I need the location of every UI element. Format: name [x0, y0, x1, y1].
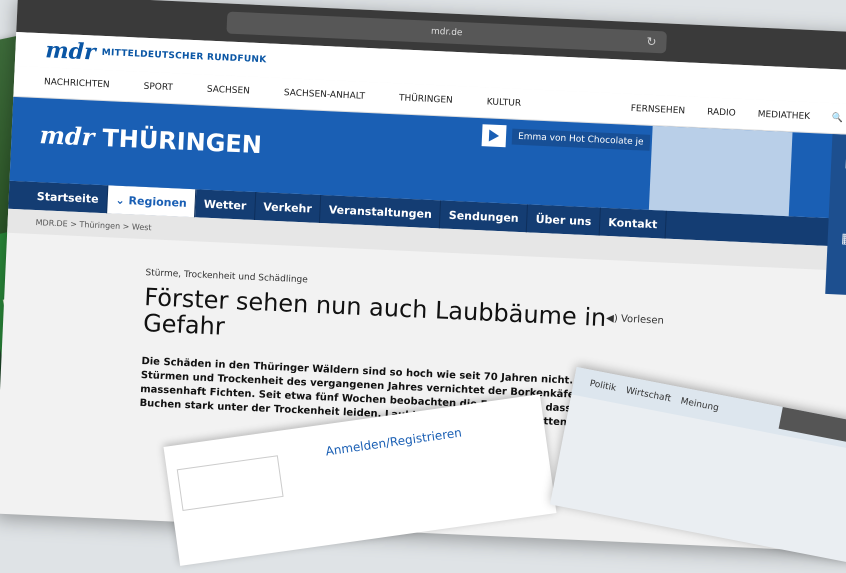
- vorlesen-label: Vorlesen: [620, 313, 665, 327]
- nav-thueringen[interactable]: THÜRINGEN: [399, 93, 453, 105]
- mdr-logo-white: mdr: [38, 120, 96, 152]
- subnav-veranstaltungen[interactable]: Veranstaltungen: [320, 194, 442, 229]
- chevron-down-icon: ⌄: [115, 193, 129, 207]
- tablet-tab-politik[interactable]: Politik: [589, 379, 617, 394]
- login-link[interactable]: Anmelden/Registrieren: [325, 425, 463, 458]
- region-title: THÜRINGEN: [101, 123, 263, 159]
- main-nav-right: FERNSEHEN RADIO MEDIATHEK 🔍: [630, 104, 846, 125]
- subnav-regionen-label: Regionen: [128, 193, 188, 210]
- nav-fernsehen[interactable]: FERNSEHEN: [630, 104, 685, 116]
- grid-icon[interactable]: ▦: [841, 231, 846, 248]
- mdr-logo[interactable]: mdr: [45, 37, 96, 65]
- subnav-sendungen[interactable]: Sendungen: [440, 200, 529, 233]
- subnav-ueber-uns[interactable]: Über uns: [527, 204, 601, 236]
- tablet-tab-wirtschaft[interactable]: Wirtschaft: [625, 386, 672, 405]
- subnav-wetter[interactable]: Wetter: [195, 189, 256, 220]
- nav-sport[interactable]: SPORT: [143, 82, 173, 93]
- banner-panel: [648, 125, 793, 217]
- subnav-regionen[interactable]: ⌄ Regionen: [106, 185, 197, 218]
- nav-kultur[interactable]: KULTUR: [486, 97, 521, 109]
- search-icon[interactable]: 🔍: [832, 113, 844, 123]
- subnav-kontakt[interactable]: Kontakt: [599, 207, 667, 239]
- subnav-startseite[interactable]: Startseite: [28, 181, 109, 214]
- nav-mediathek[interactable]: MEDIATHEK: [757, 110, 810, 122]
- nav-sachsen-anhalt[interactable]: SACHSEN-ANHALT: [284, 88, 366, 102]
- thueringen-title[interactable]: mdr THÜRINGEN: [39, 120, 263, 159]
- card-placeholder: [176, 455, 284, 511]
- subnav-verkehr[interactable]: Verkehr: [254, 191, 322, 223]
- radio-player: Emma von Hot Chocolate je: [481, 124, 650, 154]
- speaker-icon: ◀): [605, 313, 622, 325]
- side-toolbar: ▤ i ▦: [825, 134, 846, 296]
- play-icon[interactable]: [481, 124, 507, 148]
- nav-sachsen[interactable]: SACHSEN: [207, 85, 250, 97]
- brand-name: MITTELDEUTSCHER RUNDFUNK: [101, 47, 267, 66]
- now-playing: Emma von Hot Chocolate je: [511, 128, 650, 151]
- nav-nachrichten[interactable]: NACHRICHTEN: [44, 77, 110, 90]
- tablet-tab-meinung[interactable]: Meinung: [680, 397, 720, 414]
- reload-icon[interactable]: ↻: [646, 35, 657, 49]
- nav-radio[interactable]: RADIO: [707, 107, 736, 118]
- url-text: mdr.de: [430, 26, 463, 39]
